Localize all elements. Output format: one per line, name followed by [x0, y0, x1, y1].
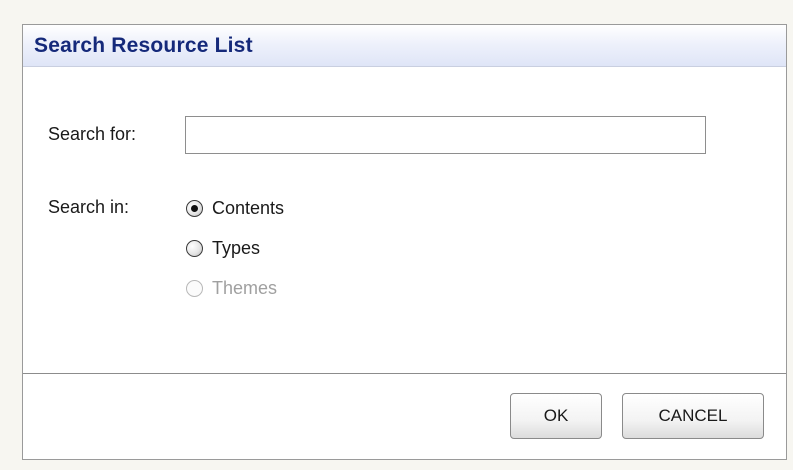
radio-button-disabled-icon	[186, 280, 203, 297]
radio-option-themes: Themes	[186, 278, 277, 299]
radio-button-icon[interactable]	[186, 240, 203, 257]
ok-button[interactable]: OK	[510, 393, 602, 439]
dialog-titlebar: Search Resource List	[23, 25, 786, 67]
search-in-label: Search in:	[48, 197, 130, 217]
search-input[interactable]	[185, 116, 706, 154]
radio-button-checked-icon[interactable]	[186, 200, 203, 217]
dialog-content: Search for: Search in: Contents Types Th…	[23, 67, 786, 374]
radio-option-types[interactable]: Types	[186, 238, 260, 259]
dialog-footer: OK CANCEL	[23, 374, 786, 459]
search-for-label: Search for:	[48, 124, 137, 144]
radio-label-contents: Contents	[212, 198, 285, 218]
radio-option-contents[interactable]: Contents	[186, 198, 284, 219]
cancel-button[interactable]: CANCEL	[622, 393, 764, 439]
search-resource-dialog: Search Resource List Search for: Search …	[22, 24, 787, 460]
dialog-title: Search Resource List	[34, 33, 253, 57]
radio-label-types: Types	[212, 238, 261, 258]
radio-label-themes: Themes	[212, 278, 278, 298]
